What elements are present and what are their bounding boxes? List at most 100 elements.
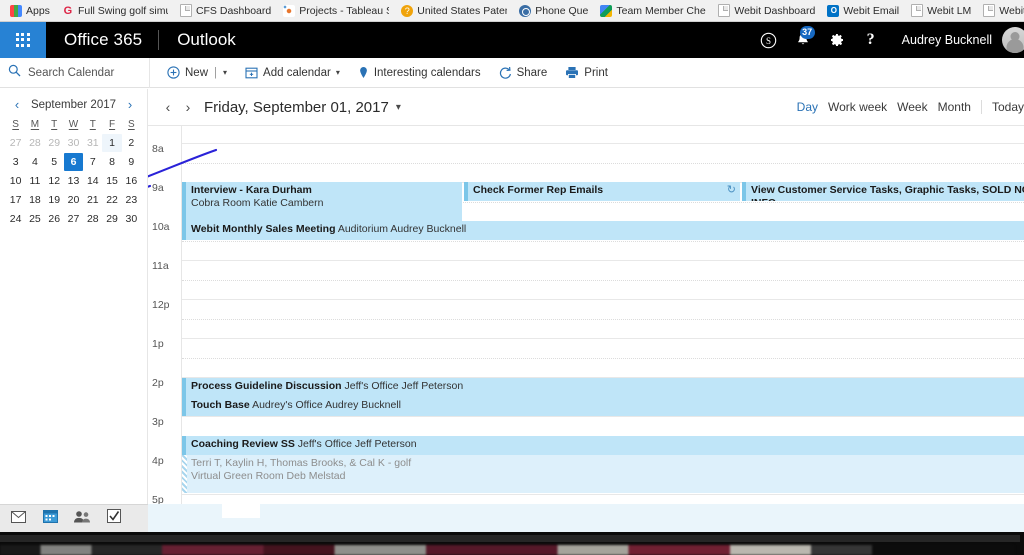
user-name-label[interactable]: Audrey Bucknell	[888, 33, 1002, 47]
chevron-down-icon[interactable]: ▾	[223, 68, 227, 77]
mini-cal-day[interactable]: 30	[64, 134, 83, 152]
mini-cal-day[interactable]: 30	[122, 210, 141, 228]
app-name-outlook[interactable]: Outlook	[159, 30, 236, 50]
mini-cal-day[interactable]: 18	[25, 191, 44, 209]
mini-cal-day[interactable]: 12	[45, 172, 64, 190]
mini-cal-day[interactable]: 29	[102, 210, 121, 228]
mini-cal-day[interactable]: 10	[6, 172, 25, 190]
mini-cal-day[interactable]: 8	[102, 153, 121, 171]
mini-cal-day[interactable]: 6	[63, 153, 84, 171]
mini-cal-day[interactable]: 7	[83, 153, 102, 171]
mini-cal-day[interactable]: 27	[6, 134, 25, 152]
calendar-module[interactable]	[36, 506, 64, 532]
mini-cal-day[interactable]: 22	[102, 191, 121, 209]
view-tab-day[interactable]: Day	[797, 100, 818, 114]
bookmark-item[interactable]: Webit Dashboard	[712, 4, 821, 17]
mini-cal-day[interactable]: 15	[102, 172, 121, 190]
mini-cal-day[interactable]: 20	[64, 191, 83, 209]
mini-cal-day[interactable]: 14	[83, 172, 102, 190]
calendar-icon	[42, 509, 58, 528]
day-slots[interactable]: Interview - Kara Durham Cobra Room Katie …	[182, 126, 1024, 504]
calendar-next-day-icon[interactable]: ›	[178, 95, 198, 119]
mini-cal-day[interactable]: 31	[83, 134, 102, 152]
bookmark-item[interactable]: Webit Timeclock	[977, 4, 1024, 17]
calendar-event[interactable]: Webit Monthly Sales Meeting Auditorium A…	[182, 221, 1024, 240]
people-module[interactable]	[68, 506, 96, 532]
mini-cal-next-icon[interactable]: ›	[123, 97, 137, 112]
command-interesting-calendars[interactable]: Interesting calendars	[349, 58, 490, 88]
help-icon[interactable]: ?	[854, 22, 888, 58]
mini-cal-day[interactable]: 1	[102, 134, 122, 152]
strip-gap	[222, 504, 260, 518]
outlook-icon: O	[827, 4, 840, 17]
bookmark-item[interactable]: Projects - Tableau Se	[277, 4, 395, 17]
avatar-icon[interactable]	[1002, 27, 1024, 53]
bookmark-item[interactable]: Phone Que	[513, 4, 594, 17]
mini-cal-day[interactable]: 27	[64, 210, 83, 228]
mini-cal-day[interactable]: 9	[122, 153, 141, 171]
calendar-event[interactable]: Coaching Review SS Jeff's Office Jeff Pe…	[182, 436, 1024, 455]
tasks-module[interactable]	[100, 506, 128, 532]
app-launcher-icon[interactable]	[0, 22, 46, 58]
view-tab-work-week[interactable]: Work week	[828, 100, 887, 114]
event-line-1: Touch Base Audrey's Office Audrey Buckne…	[191, 399, 1024, 412]
chevron-down-icon[interactable]: ▾	[396, 102, 401, 113]
bell-icon[interactable]: 37	[786, 22, 820, 58]
bookmark-item[interactable]: O Webit Email	[821, 4, 905, 17]
bookmark-label: Full Swing golf simula	[77, 4, 168, 17]
mini-cal-day[interactable]: 24	[6, 210, 25, 228]
calendar-event[interactable]: Process Guideline Discussion Jeff's Offi…	[182, 378, 1024, 397]
bookmark-item[interactable]: United States Patent	[395, 4, 513, 17]
event-title: View Customer Service Tasks, Graphic Tas…	[751, 184, 1024, 201]
chevron-down-icon[interactable]: ▾	[336, 68, 340, 77]
calendar-event[interactable]: Interview - Kara Durham Cobra Room Katie …	[182, 182, 462, 221]
calendar-prev-day-icon[interactable]: ‹	[158, 95, 178, 119]
mini-cal-day[interactable]: 26	[45, 210, 64, 228]
calendar-event[interactable]: Touch Base Audrey's Office Audrey Buckne…	[182, 397, 1024, 416]
mini-cal-day[interactable]: 23	[122, 191, 141, 209]
view-tab-month[interactable]: Month	[938, 100, 971, 114]
mini-cal-day[interactable]: 25	[25, 210, 44, 228]
event-line-1: View Customer Service Tasks, Graphic Tas…	[751, 184, 1024, 201]
mini-cal-day[interactable]: 11	[25, 172, 44, 190]
bookmark-item[interactable]: Team Member Check	[594, 4, 712, 17]
hour-line	[182, 416, 1024, 417]
today-button[interactable]: Today	[992, 100, 1024, 114]
hour-line	[182, 260, 1024, 261]
mini-cal-day[interactable]: 5	[45, 153, 64, 171]
gear-icon[interactable]	[820, 22, 854, 58]
event-line-1: Coaching Review SS Jeff's Office Jeff Pe…	[191, 438, 1024, 451]
hour-line	[182, 338, 1024, 339]
calendar-event[interactable]: Terri T, Kaylin H, Thomas Brooks, & Cal …	[182, 455, 1024, 493]
mini-cal-day[interactable]: 21	[83, 191, 102, 209]
mini-cal-day[interactable]: 2	[122, 134, 141, 152]
office365-brand[interactable]: Office 365	[46, 30, 158, 50]
mini-cal-day[interactable]: 4	[25, 153, 44, 171]
bookmark-item[interactable]: Webit LM	[905, 4, 977, 17]
mini-cal-dow-0: S	[12, 119, 19, 130]
search-input[interactable]	[28, 66, 138, 79]
mini-cal-day[interactable]: 16	[122, 172, 141, 190]
view-tab-week[interactable]: Week	[897, 100, 927, 114]
hour-label: 8a	[152, 143, 164, 155]
bookmark-item[interactable]: CFS Dashboard	[174, 4, 277, 17]
mini-cal-day[interactable]: 17	[6, 191, 25, 209]
mail-module[interactable]	[4, 506, 32, 532]
bookmark-item[interactable]: G Full Swing golf simula	[56, 5, 174, 17]
calendar-event[interactable]: Check Former Rep Emails ↻	[464, 182, 740, 201]
skype-icon[interactable]: S	[752, 22, 786, 58]
mini-cal-day[interactable]: 28	[83, 210, 102, 228]
mini-cal-day[interactable]: 29	[45, 134, 64, 152]
command-print[interactable]: Print	[556, 58, 617, 88]
calendar-event[interactable]: View Customer Service Tasks, Graphic Tas…	[742, 182, 1024, 201]
command-add-calendar[interactable]: Add calendar ▾	[236, 58, 349, 88]
mini-cal-prev-icon[interactable]: ‹	[10, 97, 24, 112]
mini-cal-day[interactable]: 13	[64, 172, 83, 190]
search-box[interactable]	[0, 57, 150, 88]
mini-cal-day[interactable]: 28	[25, 134, 44, 152]
bookmark-item[interactable]: Apps	[4, 4, 56, 17]
mini-cal-day[interactable]: 19	[45, 191, 64, 209]
mini-cal-day[interactable]: 3	[6, 153, 25, 171]
command-share[interactable]: Share	[490, 58, 557, 88]
command-new[interactable]: New | ▾	[158, 58, 236, 88]
